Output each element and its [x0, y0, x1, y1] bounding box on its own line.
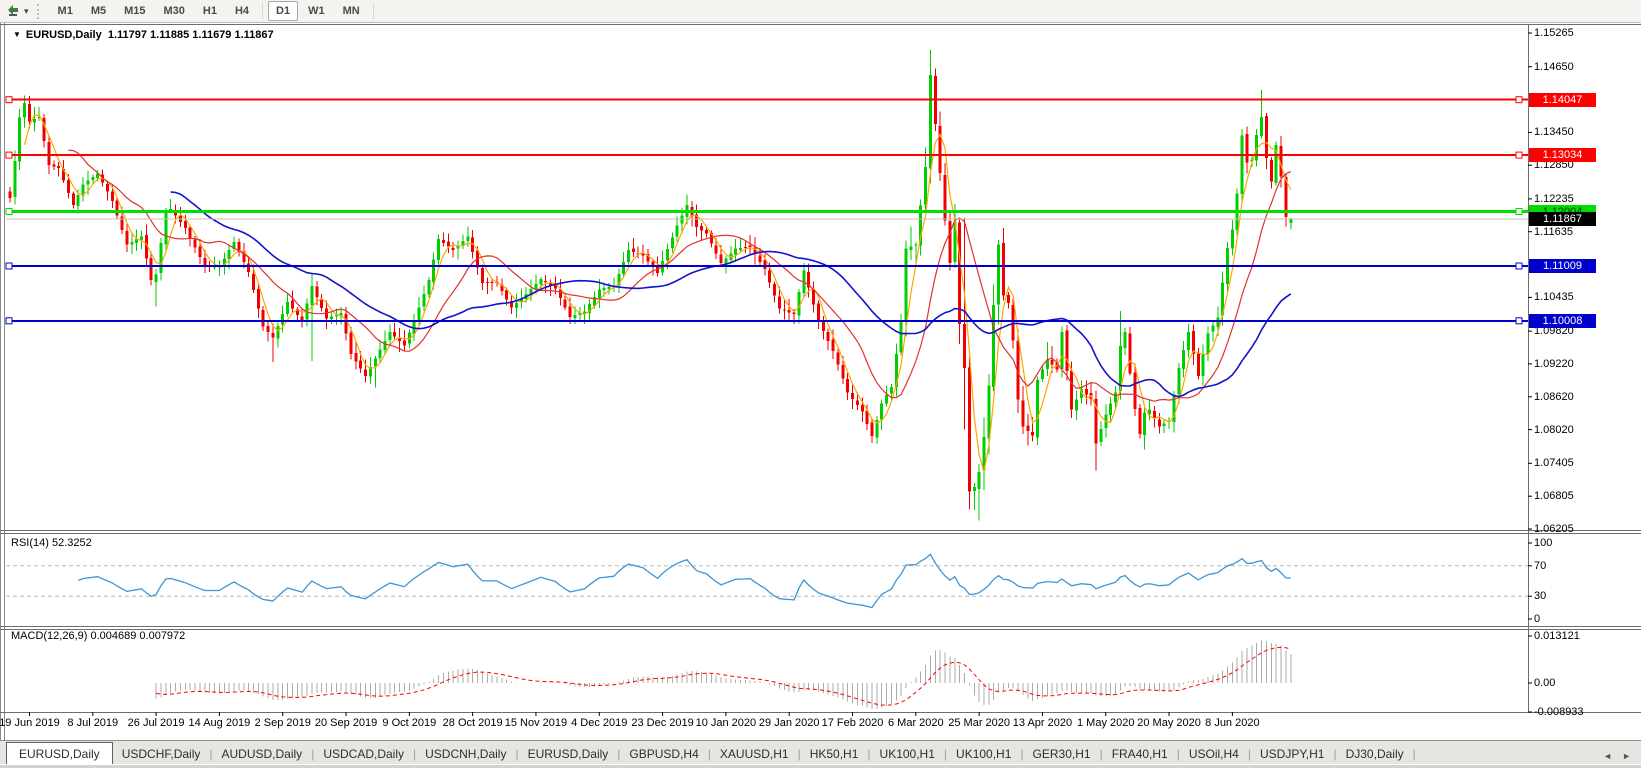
- tab-eurusd-daily-0[interactable]: EURUSD,Daily: [6, 742, 113, 766]
- tick-chart-icon[interactable]: [4, 2, 22, 20]
- date-label-14-aug-2019: 14 Aug 2019: [188, 717, 251, 729]
- date-label-15-nov-2019: 15 Nov 2019: [504, 717, 568, 729]
- tab-audusd-daily-2[interactable]: AUDUSD,Daily: [213, 743, 312, 765]
- price-badge-1.11867: 1.11867: [1529, 212, 1596, 227]
- price-tick-1.11635: 1.11635: [1534, 225, 1573, 238]
- tab-usdjpy-h1-14[interactable]: USDJPY,H1: [1251, 743, 1333, 765]
- tab-dj30-daily-15[interactable]: DJ30,Daily: [1337, 743, 1413, 765]
- date-label-13-apr-2020: 13 Apr 2020: [1012, 717, 1073, 729]
- price-tick-1.07405: 1.07405: [1534, 457, 1574, 470]
- timeframe-button-h4[interactable]: H4: [227, 1, 257, 21]
- timeframe-button-m30[interactable]: M30: [156, 1, 193, 21]
- toolbar-separator: [262, 3, 264, 19]
- tab-usdcad-daily-3[interactable]: USDCAD,Daily: [314, 743, 413, 765]
- rsi-tick-100: 100: [1534, 537, 1553, 549]
- tab-gbpusd-h4-6[interactable]: GBPUSD,H4: [620, 743, 707, 765]
- timeframe-button-w1[interactable]: W1: [300, 1, 333, 21]
- tab-xauusd-h1-7[interactable]: XAUUSD,H1: [711, 743, 798, 765]
- price-tick-1.14650: 1.14650: [1534, 60, 1574, 73]
- timeframe-button-m1[interactable]: M1: [50, 1, 81, 21]
- tab-separator: |: [1412, 747, 1416, 761]
- date-label-20-may-2020: 20 May 2020: [1137, 717, 1201, 729]
- date-label-4-dec-2019: 4 Dec 2019: [571, 717, 628, 729]
- collapse-icon[interactable]: ▼: [13, 30, 21, 39]
- macd-tick--0.008933: -0.008933: [1534, 706, 1584, 718]
- chart-title: ▼ EURUSD,Daily 1.11797 1.11885 1.11679 1.…: [13, 29, 274, 41]
- date-label-17-feb-2020: 17 Feb 2020: [821, 717, 884, 729]
- tab-fra40-h1-12[interactable]: FRA40,H1: [1103, 743, 1177, 765]
- mt4-terminal: ▾ M1 M5 M15 M30 H1 H4 D1 W1 MN ▼ EURUSD,Daily 1.1…: [0, 0, 1641, 768]
- tab-usdchf-daily-1[interactable]: USDCHF,Daily: [113, 743, 210, 765]
- chart-symbol-label: EURUSD,Daily: [25, 29, 102, 41]
- date-label-25-mar-2020: 25 Mar 2020: [948, 717, 1011, 729]
- macd-label: MACD(12,26,9) 0.004689 0.007972: [11, 630, 186, 642]
- tab-hk50-h1-8[interactable]: HK50,H1: [801, 743, 868, 765]
- timeframe-button-h1[interactable]: H1: [195, 1, 225, 21]
- price-badge-1.11009: 1.11009: [1529, 258, 1596, 273]
- date-label-10-jan-2020: 10 Jan 2020: [695, 717, 757, 729]
- tab-scroll-controls: ◄ ►: [1603, 751, 1641, 765]
- price-badge-1.10008: 1.10008: [1529, 313, 1596, 328]
- price-tick-1.06205: 1.06205: [1534, 523, 1574, 535]
- timeframe-buttons: M1 M5 M15 M30 H1 H4 D1 W1 MN: [49, 1, 378, 21]
- toolbar-grip: [36, 3, 42, 19]
- date-label-19-jun-2019: 19 Jun 2019: [0, 717, 60, 729]
- price-tick-1.10435: 1.10435: [1534, 291, 1574, 304]
- status-strip: [0, 764, 1641, 768]
- tab-scroll-left-icon[interactable]: ◄: [1603, 751, 1612, 761]
- date-label-6-mar-2020: 6 Mar 2020: [887, 717, 944, 729]
- date-label-29-jan-2020: 29 Jan 2020: [758, 717, 820, 729]
- rsi-label: RSI(14) 52.3252: [11, 537, 92, 549]
- tab-usdcnh-daily-4[interactable]: USDCNH,Daily: [416, 743, 515, 765]
- date-label-2-sep-2019: 2 Sep 2019: [254, 717, 311, 729]
- timeframe-toolbar: ▾ M1 M5 M15 M30 H1 H4 D1 W1 MN: [0, 0, 1641, 23]
- price-badge-1.14047: 1.14047: [1529, 92, 1596, 107]
- tabs-container: EURUSD,Daily USDCHF,Daily | AUDUSD,Daily | US…: [0, 742, 1416, 766]
- price-tick-1.12235: 1.12235: [1534, 192, 1574, 205]
- tab-uk100-h1-10[interactable]: UK100,H1: [947, 743, 1020, 765]
- tab-ger30-h1-11[interactable]: GER30,H1: [1024, 743, 1100, 765]
- rsi-tick-70: 70: [1534, 559, 1547, 572]
- chart-ohlc-values: 1.11797 1.11885 1.11679 1.11867: [107, 29, 274, 41]
- macd-tick-0.00: 0.00: [1534, 677, 1556, 689]
- price-tick-1.13450: 1.13450: [1534, 126, 1574, 139]
- chart-canvas[interactable]: [0, 23, 1641, 768]
- chart-window: ▼ EURUSD,Daily 1.11797 1.11885 1.11679 1.…: [0, 23, 1641, 768]
- date-label-20-sep-2019: 20 Sep 2019: [314, 717, 378, 729]
- timeframe-button-mn[interactable]: MN: [335, 1, 368, 21]
- tab-eurusd-daily-5[interactable]: EURUSD,Daily: [519, 743, 618, 765]
- price-tick-1.08020: 1.08020: [1534, 423, 1574, 436]
- timeframe-button-d1[interactable]: D1: [268, 1, 299, 21]
- macd-tick-0.013121: 0.013121: [1534, 630, 1580, 642]
- date-label-26-jul-2019: 26 Jul 2019: [127, 717, 185, 729]
- price-tick-1.06805: 1.06805: [1534, 490, 1574, 503]
- date-label-23-dec-2019: 23 Dec 2019: [631, 717, 694, 729]
- timeframe-button-m15[interactable]: M15: [116, 1, 153, 21]
- date-label-9-oct-2019: 9 Oct 2019: [382, 717, 437, 729]
- toolbar-dropdown-icon[interactable]: ▾: [24, 6, 29, 17]
- date-label-28-oct-2019: 28 Oct 2019: [442, 717, 503, 729]
- rsi-tick-30: 30: [1534, 590, 1547, 603]
- price-tick-1.15265: 1.15265: [1534, 27, 1574, 39]
- price-tick-1.08620: 1.08620: [1534, 390, 1574, 403]
- date-label-1-may-2020: 1 May 2020: [1077, 717, 1135, 729]
- date-label-8-jul-2019: 8 Jul 2019: [67, 717, 119, 729]
- rsi-tick-0: 0: [1534, 613, 1541, 625]
- price-tick-1.09220: 1.09220: [1534, 357, 1574, 370]
- date-label-8-jun-2020: 8 Jun 2020: [1205, 717, 1260, 729]
- tab-usoil-h4-13[interactable]: USOil,H4: [1180, 743, 1248, 765]
- timeframe-button-m5[interactable]: M5: [83, 1, 114, 21]
- tab-scroll-right-icon[interactable]: ►: [1622, 751, 1631, 761]
- price-badge-1.13034: 1.13034: [1529, 148, 1596, 163]
- toolbar-separator: [372, 3, 374, 19]
- tab-uk100-h1-9[interactable]: UK100,H1: [871, 743, 944, 765]
- chart-tab-bar: EURUSD,Daily USDCHF,Daily | AUDUSD,Daily | US…: [0, 740, 1641, 766]
